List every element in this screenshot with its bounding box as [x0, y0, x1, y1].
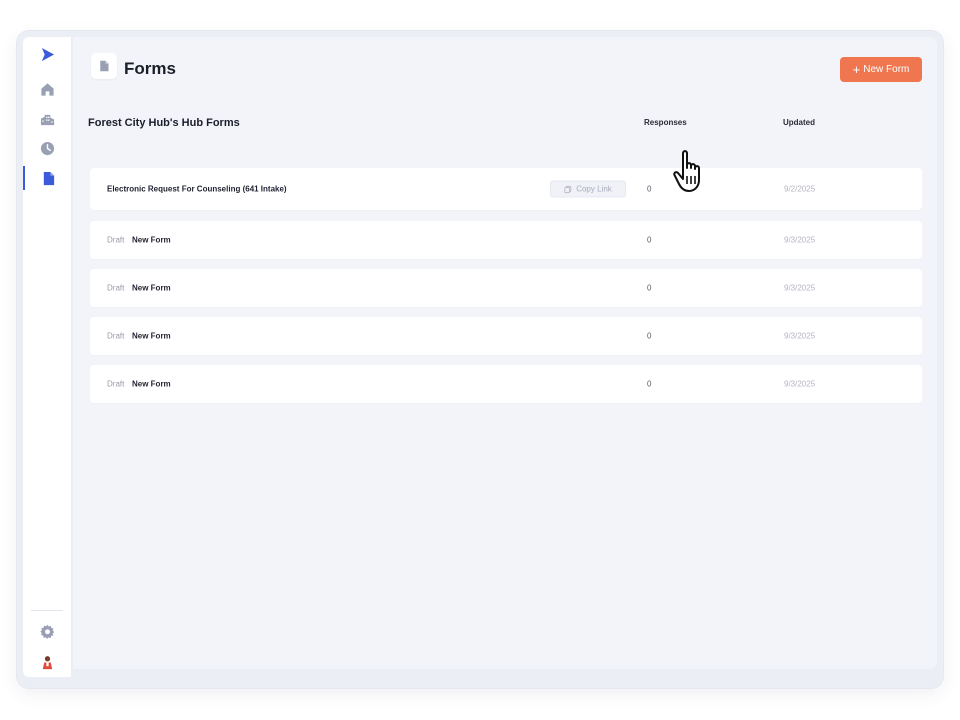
- gear-icon: [39, 624, 54, 639]
- new-form-button[interactable]: + New Form: [840, 57, 922, 82]
- column-header-updated[interactable]: Updated: [783, 118, 815, 127]
- copy-link-label: Copy Link: [576, 184, 612, 194]
- form-name[interactable]: New Form: [132, 236, 171, 245]
- plus-icon: +: [852, 62, 861, 77]
- document-icon: [100, 60, 109, 72]
- form-responses: 0: [647, 235, 652, 245]
- form-name[interactable]: Electronic Request For Counseling (641 I…: [107, 185, 287, 194]
- sidebar-item-home[interactable]: [23, 77, 71, 101]
- sidebar-item-history[interactable]: [23, 136, 71, 160]
- document-icon: [43, 171, 54, 185]
- new-form-button-label: New Form: [863, 64, 910, 75]
- form-responses: 0: [647, 184, 652, 194]
- avatar-icon: [42, 655, 52, 669]
- form-name[interactable]: New Form: [132, 332, 171, 341]
- form-row[interactable]: Draft New Form 0 9/3/2025: [90, 365, 922, 403]
- column-header-responses[interactable]: Responses: [644, 118, 687, 127]
- hand-pointer-cursor-icon: [673, 150, 700, 192]
- home-icon: [40, 82, 54, 96]
- form-row[interactable]: Draft New Form 0 9/3/2025: [90, 269, 922, 307]
- sidebar-item-forms[interactable]: [23, 166, 71, 190]
- main-content: Forms + New Form Forest City Hub's Hub F…: [73, 37, 937, 669]
- form-updated: 9/3/2025: [784, 283, 816, 293]
- form-name[interactable]: New Form: [132, 284, 171, 293]
- sidebar-logo[interactable]: [23, 42, 71, 66]
- form-updated: 9/2/2025: [784, 184, 816, 194]
- sidebar-item-organizations[interactable]: [23, 107, 71, 131]
- section-title: Forest City Hub's Hub Forms: [88, 117, 240, 129]
- form-responses: 0: [647, 379, 652, 389]
- logo-play-icon: [41, 47, 54, 61]
- form-updated: 9/3/2025: [784, 235, 816, 245]
- draft-badge: Draft: [107, 283, 125, 293]
- sidebar: [23, 37, 71, 677]
- form-updated: 9/3/2025: [784, 331, 816, 341]
- page-icon: [91, 53, 117, 79]
- form-responses: 0: [647, 283, 652, 293]
- form-responses: 0: [647, 331, 652, 341]
- sidebar-divider: [31, 610, 63, 611]
- clock-icon: [40, 141, 54, 155]
- sidebar-item-profile[interactable]: [23, 650, 71, 674]
- page-title: Forms: [124, 59, 176, 78]
- form-row[interactable]: Draft New Form 0 9/3/2025: [90, 317, 922, 355]
- form-name[interactable]: New Form: [132, 380, 171, 389]
- sidebar-item-settings[interactable]: [23, 619, 71, 643]
- form-row[interactable]: Draft New Form 0 9/3/2025: [90, 221, 922, 259]
- copy-link-button[interactable]: Copy Link: [550, 180, 626, 198]
- form-updated: 9/3/2025: [784, 379, 816, 389]
- buildings-icon: [40, 114, 54, 125]
- copy-icon: [564, 185, 572, 193]
- form-row[interactable]: Electronic Request For Counseling (641 I…: [90, 168, 922, 210]
- draft-badge: Draft: [107, 235, 125, 245]
- draft-badge: Draft: [107, 379, 125, 389]
- app-window: Forms + New Form Forest City Hub's Hub F…: [17, 31, 943, 688]
- draft-badge: Draft: [107, 331, 125, 341]
